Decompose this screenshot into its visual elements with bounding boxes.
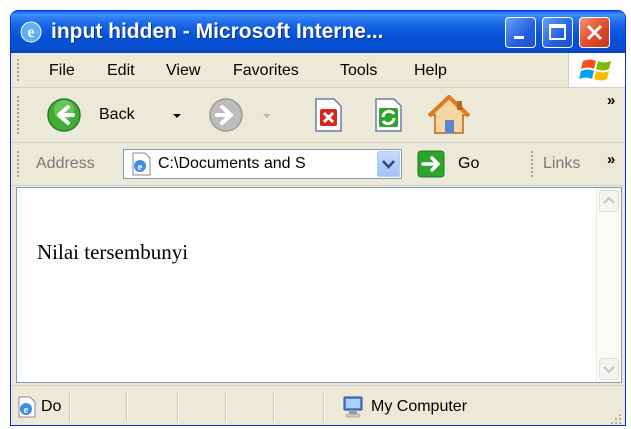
status-separator: [225, 392, 227, 422]
toolbar-grip[interactable]: [17, 96, 22, 134]
page-status-icon: e: [18, 396, 36, 418]
status-separator: [126, 392, 128, 422]
toolbar-more-chevron[interactable]: »: [607, 92, 615, 109]
forward-button[interactable]: [203, 95, 279, 135]
address-label: Address: [36, 155, 95, 172]
menu-help[interactable]: Help: [414, 62, 447, 80]
my-computer-icon: [343, 396, 363, 418]
forward-dropdown-icon[interactable]: [261, 110, 273, 122]
page-text: Nilai tersembunyi: [37, 240, 189, 264]
status-separator: [177, 392, 179, 422]
dropdown-icon: [382, 160, 395, 169]
stop-icon: [315, 98, 342, 132]
scroll-up-button[interactable]: [599, 190, 619, 212]
scroll-down-icon: [603, 366, 615, 374]
svg-text:e: e: [24, 404, 29, 416]
address-value[interactable]: C:\Documents and S: [158, 155, 366, 173]
zone-text: My Computer: [371, 398, 468, 415]
maximize-button[interactable]: [542, 17, 573, 48]
status-text: Do: [41, 398, 62, 415]
title-bar: e input hidden - Microsoft Interne...: [11, 11, 625, 53]
refresh-button[interactable]: [369, 96, 407, 134]
status-separator: [273, 392, 275, 422]
standard-toolbar: Back »: [11, 88, 625, 143]
scroll-up-icon: [603, 196, 615, 204]
svg-text:e: e: [27, 24, 34, 41]
minimize-icon: [514, 36, 524, 39]
back-icon: [47, 98, 81, 132]
status-bar: e Do My Computer: [11, 385, 625, 426]
menu-view[interactable]: View: [166, 62, 200, 80]
toolbar-grip[interactable]: [531, 151, 536, 177]
close-icon: [586, 24, 603, 41]
status-separator: [69, 392, 71, 422]
links-label[interactable]: Links: [543, 155, 580, 173]
browser-window: e input hidden - Microsoft Interne... Fi…: [10, 10, 626, 426]
maximize-icon: [549, 24, 566, 40]
go-label[interactable]: Go: [458, 155, 479, 173]
page-icon: e: [132, 152, 151, 176]
windows-logo-icon: [579, 59, 611, 81]
menu-edit[interactable]: Edit: [107, 62, 135, 80]
refresh-icon: [375, 98, 402, 132]
resize-grip-icon[interactable]: [607, 410, 623, 426]
back-dropdown-icon[interactable]: [171, 110, 183, 122]
menu-bar: File Edit View Favorites Tools Help: [11, 53, 625, 88]
address-dropdown-button[interactable]: [377, 151, 400, 177]
home-icon: [427, 95, 471, 134]
links-more-chevron[interactable]: »: [607, 151, 615, 168]
menu-tools[interactable]: Tools: [340, 62, 377, 80]
menu-file[interactable]: File: [49, 62, 75, 80]
home-button[interactable]: [427, 93, 471, 137]
back-label: Back: [99, 106, 135, 123]
scroll-down-button[interactable]: [599, 358, 619, 380]
menu-favorites[interactable]: Favorites: [233, 62, 299, 80]
forward-icon: [209, 98, 243, 132]
page-content: Nilai tersembunyi: [16, 187, 622, 383]
stop-button[interactable]: [309, 96, 347, 134]
svg-text:e: e: [138, 161, 143, 173]
minimize-button[interactable]: [505, 17, 536, 48]
address-field[interactable]: e C:\Documents and S: [123, 149, 402, 179]
toolbar-grip[interactable]: [17, 151, 22, 177]
ie-logo-icon: e: [20, 21, 42, 43]
back-button[interactable]: Back: [39, 95, 189, 135]
vertical-scrollbar[interactable]: [596, 188, 621, 382]
window-title: input hidden - Microsoft Interne...: [51, 20, 384, 43]
toolbar-grip[interactable]: [17, 59, 22, 81]
close-button[interactable]: [579, 17, 610, 48]
windows-throbber: [568, 53, 625, 87]
status-separator: [323, 392, 325, 422]
address-bar: Address e C:\Documents and S Go Links »: [11, 143, 625, 186]
go-arrow-icon: [417, 150, 445, 178]
